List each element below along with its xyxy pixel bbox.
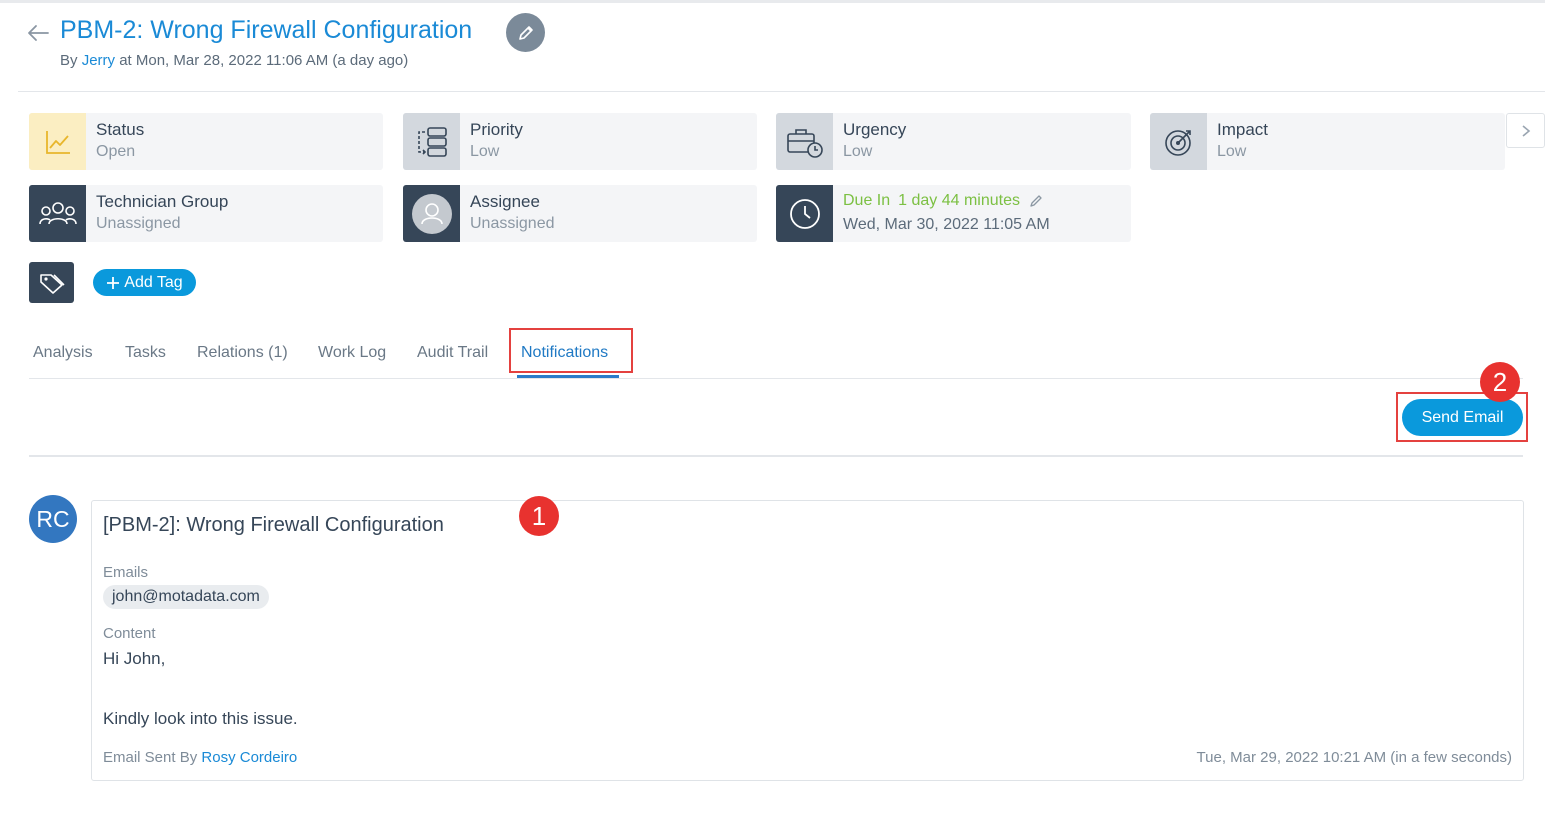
pencil-icon [518,25,533,40]
avatar: RC [29,495,77,543]
impact-value: Low [1217,143,1247,160]
sender-link[interactable]: Rosy Cordeiro [201,749,297,766]
due-date: Wed, Mar 30, 2022 11:05 AM [843,216,1050,233]
header-divider [18,91,1545,92]
user-avatar-icon [411,193,452,234]
back-arrow-icon[interactable] [26,22,50,44]
impact-card[interactable]: Impact Low [1150,113,1505,170]
tab-relations[interactable]: Relations (1) [197,344,288,362]
urgency-icon-box [776,113,833,170]
chart-line-icon [45,130,70,154]
users-group-icon [38,201,77,224]
byline-prefix: By [60,52,78,69]
edit-title-button[interactable] [506,13,545,52]
assignee-icon-box [403,185,460,242]
technician-group-label: Technician Group [96,192,229,211]
technician-group-icon-box [29,185,86,242]
priority-flow-icon [417,126,447,157]
author-link[interactable]: Jerry [82,52,115,69]
byline-time: at Mon, Mar 28, 2022 11:06 AM (a day ago… [119,52,409,69]
priority-label: Priority [470,120,523,139]
clock-icon [789,198,820,229]
tab-audit-trail[interactable]: Audit Trail [417,344,488,362]
top-border [0,0,1545,3]
sent-by: Email Sent By Rosy Cordeiro [103,749,297,766]
highlight-box-notifications [509,328,633,373]
briefcase-clock-icon [786,128,823,158]
content-line: Hi John, [103,649,166,668]
due-remaining: 1 day 44 minutes [898,192,1020,209]
impact-label: Impact [1217,120,1269,139]
sent-by-label: Email Sent By [103,749,198,766]
tab-analysis[interactable]: Analysis [33,344,93,362]
technician-group-value: Unassigned [96,215,181,232]
add-tag-label: Add Tag [124,273,183,291]
technician-group-card[interactable]: Technician Group Unassigned [29,185,383,242]
add-tag-button[interactable]: Add Tag [93,269,196,296]
assignee-card[interactable]: Assignee Unassigned [403,185,757,242]
assignee-label: Assignee [470,192,540,211]
next-fields-button[interactable] [1506,113,1545,148]
sent-timestamp: Tue, Mar 29, 2022 10:21 AM (in a few sec… [1196,749,1512,766]
priority-value: Low [470,143,500,160]
content-label: Content [103,625,156,642]
assignee-value: Unassigned [470,215,555,232]
chevron-right-icon [1521,124,1530,137]
email-chip: john@motadata.com [103,585,269,609]
status-value: Open [96,143,136,160]
byline: By Jerry at Mon, Mar 28, 2022 11:06 AM (… [60,52,408,69]
annotation-badge-1: 1 [519,496,559,536]
due-icon-box [776,185,833,242]
content-divider [29,455,1523,457]
plus-icon [107,276,120,289]
due-label: Due In [843,192,891,209]
emails-label: Emails [103,564,149,581]
urgency-card[interactable]: Urgency Low [776,113,1131,170]
notification-card: [PBM-2]: Wrong Firewall Configuration Em… [91,500,1524,781]
urgency-value: Low [843,143,873,160]
impact-icon-box [1150,113,1207,170]
active-tab-indicator [517,375,619,378]
annotation-badge-2: 2 [1480,362,1520,402]
tabs-divider [29,378,1523,379]
tab-tasks[interactable]: Tasks [125,344,166,362]
page-title: PBM-2: Wrong Firewall Configuration [60,16,473,44]
tags-icon [39,273,65,294]
due-status: Due In 1 day 44 minutes [843,192,1044,210]
pencil-icon[interactable] [1028,193,1044,209]
email-subject: [PBM-2]: Wrong Firewall Configuration [103,514,444,536]
tags-icon-box [29,262,74,303]
target-icon [1164,129,1191,156]
tab-work-log[interactable]: Work Log [318,344,386,362]
priority-card[interactable]: Priority Low [403,113,757,170]
status-label: Status [96,120,145,139]
content-line: Kindly look into this issue. [103,709,298,728]
urgency-label: Urgency [843,120,907,139]
priority-icon-box [403,113,460,170]
status-icon-box [29,113,86,170]
status-card[interactable]: Status Open [29,113,383,170]
due-card[interactable]: Due In 1 day 44 minutes Wed, Mar 30, 202… [776,185,1131,242]
